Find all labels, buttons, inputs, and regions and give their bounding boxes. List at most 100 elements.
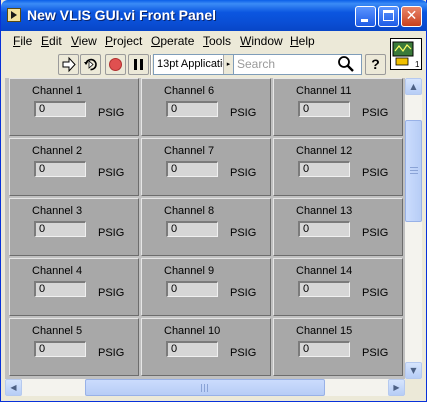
channel-cell: Channel 13 0 PSIG [273, 198, 403, 256]
channel-value-field[interactable]: 0 [34, 341, 86, 357]
menu-file[interactable]: File [13, 34, 32, 48]
channel-value-field[interactable]: 0 [166, 221, 218, 237]
close-icon: ✕ [405, 8, 418, 24]
channel-cell: Channel 14 0 PSIG [273, 258, 403, 316]
scroll-up-button[interactable]: ▲ [405, 78, 422, 95]
menu-operate[interactable]: Operate [151, 34, 194, 48]
channel-value-field[interactable]: 0 [298, 161, 350, 177]
channel-unit: PSIG [362, 287, 389, 299]
menu-view[interactable]: View [71, 34, 97, 48]
channel-unit: PSIG [230, 227, 257, 239]
channel-label: Channel 12 [296, 145, 353, 157]
chevron-right-icon: ▸ [223, 55, 233, 74]
channel-value-field[interactable]: 0 [298, 221, 350, 237]
channel-label: Channel 10 [164, 325, 221, 337]
channel-cell: Channel 2 0 PSIG [9, 138, 139, 196]
front-panel: Channel 1 0 PSIG Channel 2 0 PSIG Channe… [5, 78, 405, 379]
channel-unit: PSIG [362, 107, 389, 119]
scroll-left-button[interactable]: ◀ [5, 379, 22, 396]
channel-label: Channel 4 [32, 265, 83, 277]
minimize-button[interactable] [355, 6, 376, 27]
channel-cell: Channel 12 0 PSIG [273, 138, 403, 196]
chevron-down-icon: ▼ [410, 366, 417, 375]
channel-label: Channel 2 [32, 145, 83, 157]
channel-label: Channel 1 [32, 85, 83, 97]
toolbar-separator [150, 55, 152, 75]
channel-unit: PSIG [362, 227, 389, 239]
channel-value-field[interactable]: 0 [298, 341, 350, 357]
menu-window[interactable]: Window [240, 34, 283, 48]
pause-icon [134, 59, 143, 70]
scroll-right-button[interactable]: ▶ [388, 379, 405, 396]
channel-label: Channel 7 [164, 145, 215, 157]
channel-label: Channel 5 [32, 325, 83, 337]
channel-cell: Channel 1 0 PSIG [9, 78, 139, 136]
scrollbar-corner [405, 379, 422, 396]
run-continuously-button[interactable] [80, 54, 101, 75]
channel-value-field[interactable]: 0 [34, 281, 86, 297]
channel-value-field[interactable]: 0 [166, 161, 218, 177]
chevron-right-icon: ▶ [393, 383, 400, 392]
abort-button[interactable] [105, 54, 126, 75]
search-icon [338, 56, 354, 72]
title-bar[interactable]: New VLIS GUI.vi Front Panel ✕ [1, 0, 427, 31]
menu-help[interactable]: Help [290, 34, 315, 48]
channel-label: Channel 14 [296, 265, 353, 277]
minimize-icon [361, 19, 368, 22]
channel-label: Channel 6 [164, 85, 215, 97]
menu-tools[interactable]: Tools [203, 34, 231, 48]
channel-value-field[interactable]: 0 [298, 101, 350, 117]
channel-cell: Channel 11 0 PSIG [273, 78, 403, 136]
abort-icon [109, 58, 122, 71]
pause-button[interactable] [128, 54, 149, 75]
channel-label: Channel 13 [296, 205, 353, 217]
vertical-scroll-thumb[interactable] [405, 120, 422, 222]
channel-unit: PSIG [362, 167, 389, 179]
menu-project[interactable]: Project [105, 34, 142, 48]
help-button[interactable]: ? [365, 54, 386, 75]
maximize-button[interactable] [378, 6, 399, 27]
search-button[interactable] [335, 54, 357, 75]
channel-unit: PSIG [230, 347, 257, 359]
channel-cell: Channel 5 0 PSIG [9, 318, 139, 376]
channel-value-field[interactable]: 0 [34, 221, 86, 237]
channel-value-field[interactable]: 0 [166, 281, 218, 297]
menu-bar: File Edit View Project Operate Tools Win… [2, 31, 386, 51]
channel-unit: PSIG [98, 347, 125, 359]
window-title: New VLIS GUI.vi Front Panel [27, 7, 217, 23]
run-arrow-icon [62, 56, 76, 73]
chevron-left-icon: ◀ [10, 383, 17, 392]
channel-cell: Channel 7 0 PSIG [141, 138, 271, 196]
channel-unit: PSIG [230, 287, 257, 299]
channel-cell: Channel 4 0 PSIG [9, 258, 139, 316]
channel-value-field[interactable]: 0 [166, 341, 218, 357]
horizontal-scrollbar[interactable]: ◀ ▶ [5, 379, 405, 396]
channel-unit: PSIG [98, 227, 125, 239]
channel-cell: Channel 8 0 PSIG [141, 198, 271, 256]
chevron-up-icon: ▲ [410, 82, 417, 91]
close-button[interactable]: ✕ [401, 6, 422, 27]
channel-label: Channel 9 [164, 265, 215, 277]
vi-connector-icon[interactable]: 1 [390, 38, 422, 70]
menu-edit[interactable]: Edit [41, 34, 62, 48]
channel-value-field[interactable]: 0 [34, 161, 86, 177]
channel-value-field[interactable]: 0 [34, 101, 86, 117]
channel-cell: Channel 9 0 PSIG [141, 258, 271, 316]
channel-value-field[interactable]: 0 [298, 281, 350, 297]
vertical-scrollbar[interactable]: ▲ ▼ [405, 78, 422, 379]
font-select[interactable]: 13pt Application Font ▸ [153, 54, 234, 75]
scroll-down-button[interactable]: ▼ [405, 362, 422, 379]
channel-label: Channel 8 [164, 205, 215, 217]
channel-unit: PSIG [362, 347, 389, 359]
app-icon [7, 8, 21, 22]
toolbar: 13pt Application Font ▸ Search ? [2, 51, 386, 78]
channel-value-field[interactable]: 0 [166, 101, 218, 117]
channel-unit: PSIG [230, 167, 257, 179]
front-panel-window: New VLIS GUI.vi Front Panel ✕ File Edit … [0, 0, 427, 402]
channel-label: Channel 15 [296, 325, 353, 337]
run-button[interactable] [58, 54, 79, 75]
channel-unit: PSIG [230, 107, 257, 119]
channel-cell: Channel 15 0 PSIG [273, 318, 403, 376]
horizontal-scroll-thumb[interactable] [85, 379, 325, 396]
vi-icon-number: 1 [415, 60, 420, 69]
